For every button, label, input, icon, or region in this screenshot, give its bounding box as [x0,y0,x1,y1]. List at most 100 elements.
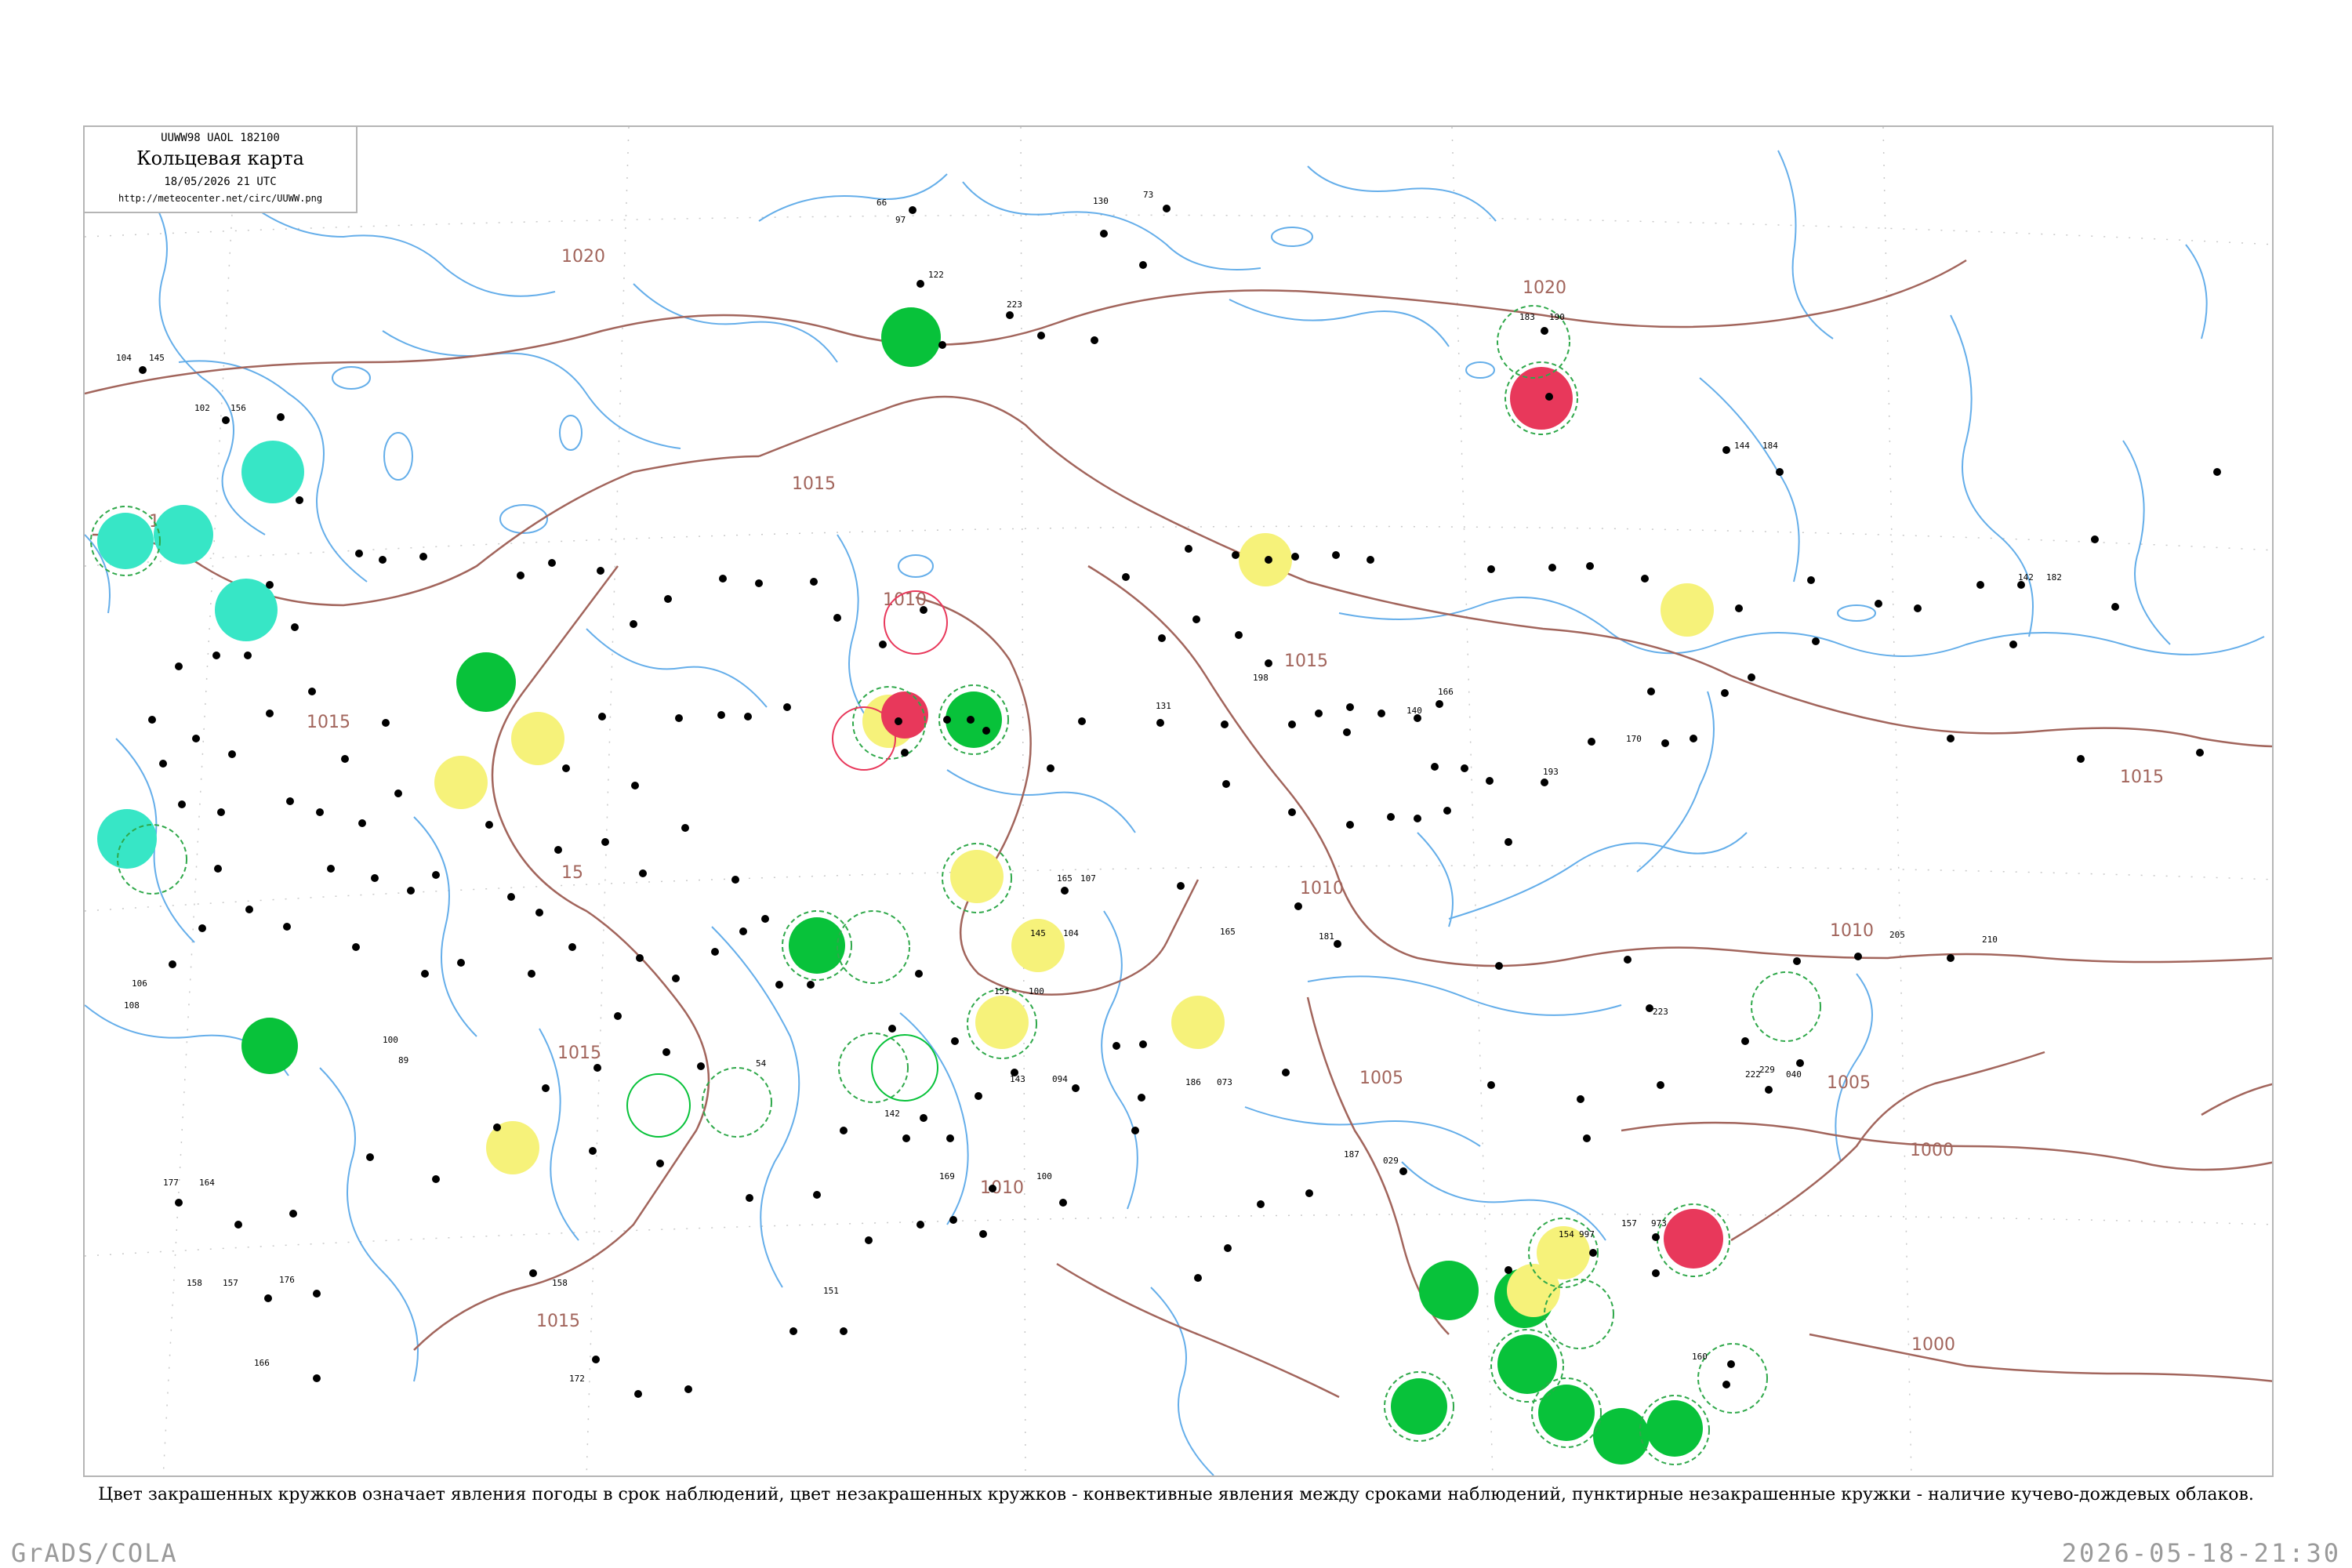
station-circle-yellow[interactable] [950,850,1004,903]
svg-text:184: 184 [1762,441,1778,451]
svg-text:223: 223 [1007,299,1022,310]
svg-text:187: 187 [1344,1149,1359,1160]
station-circle-green[interactable] [881,307,941,367]
isobar-label: 1015 [557,1044,601,1063]
svg-text:190: 190 [1549,312,1565,322]
isobar-label: 1020 [561,247,605,267]
station-circle-green[interactable] [1646,1400,1703,1457]
isobar-label: 1015 [1284,652,1328,671]
station-circle-green[interactable] [241,1018,298,1074]
isobar-label: 1010 [980,1178,1024,1198]
svg-text:97: 97 [895,215,906,225]
map-url[interactable]: http://meteocenter.net/circ/UUWW.png [85,193,356,204]
svg-text:122: 122 [928,270,944,280]
isobar-label: 1000 [1911,1335,1955,1355]
svg-text:169: 169 [939,1171,955,1181]
svg-text:145: 145 [1030,928,1046,938]
station-circle-yellow[interactable] [975,996,1029,1049]
footer-timestamp: 2026-05-18-21:30 [2061,1538,2341,1568]
station-circle-yellow[interactable] [1011,919,1065,972]
svg-text:166: 166 [1438,687,1454,697]
svg-text:142: 142 [2018,572,2034,583]
isobar-label: 1015 [536,1312,580,1331]
station-circle-yellow[interactable] [1171,996,1225,1049]
isobar-label: 1020 [1523,278,1566,298]
station-circle-yellow[interactable] [434,756,488,809]
svg-text:151: 151 [994,986,1010,996]
station-circle-green[interactable] [789,917,845,974]
svg-text:186: 186 [1185,1077,1201,1087]
svg-text:205: 205 [1889,930,1905,940]
svg-text:131: 131 [1156,701,1171,711]
svg-text:140: 140 [1406,706,1422,716]
svg-text:973: 973 [1651,1218,1667,1229]
svg-text:102: 102 [194,403,210,413]
svg-text:165: 165 [1057,873,1073,884]
station-circle-cyan[interactable] [241,441,304,503]
station-circle-cyan[interactable] [97,513,154,569]
station-circle-green[interactable] [1391,1378,1447,1435]
svg-text:073: 073 [1217,1077,1232,1087]
isobar-label: 1000 [1910,1141,1954,1160]
footer-software: GrADS/COLA [11,1538,178,1568]
legend-caption: Цвет закрашенных кружков означает явлени… [98,1485,2254,1504]
svg-text:89: 89 [398,1055,408,1065]
weather-map: 1020 1020 1015 1015 1015 1015 1015 1015 … [85,127,2272,1475]
graticule [85,127,2272,1475]
station-circle-cyan[interactable] [97,809,157,869]
svg-text:166: 166 [254,1358,270,1368]
svg-text:040: 040 [1786,1069,1802,1080]
svg-text:151: 151 [823,1286,839,1296]
weather-circles [97,307,1723,1465]
station-circle-red[interactable] [1664,1209,1723,1269]
station-circle-green[interactable] [1497,1334,1557,1394]
svg-text:142: 142 [884,1109,900,1119]
svg-text:182: 182 [2046,572,2062,583]
svg-text:181: 181 [1319,931,1334,942]
svg-text:210: 210 [1982,935,1998,945]
hydrography [85,150,2265,1475]
station-circle-green[interactable] [1419,1261,1479,1320]
svg-text:145: 145 [149,353,165,363]
svg-text:130: 130 [1093,196,1109,206]
station-circle-cyan[interactable] [154,505,213,564]
station-circle-yellow[interactable] [511,712,564,765]
svg-text:170: 170 [1626,734,1642,744]
svg-text:183: 183 [1519,312,1535,322]
svg-text:108: 108 [124,1000,140,1011]
station-circle-green[interactable] [1538,1385,1595,1441]
svg-text:158: 158 [552,1278,568,1288]
isobar-label: 1005 [1827,1073,1871,1093]
svg-text:54: 54 [756,1058,767,1069]
svg-text:177: 177 [163,1178,179,1188]
svg-text:100: 100 [1036,1171,1052,1181]
station-circle-yellow[interactable] [1661,583,1714,637]
svg-text:157: 157 [1621,1218,1637,1229]
svg-text:997: 997 [1579,1229,1595,1240]
svg-text:229: 229 [1759,1065,1775,1075]
station-circle-green[interactable] [456,652,516,712]
map-frame: 1020 1020 1015 1015 1015 1015 1015 1015 … [83,125,2274,1477]
svg-text:66: 66 [877,198,887,208]
svg-text:143: 143 [1010,1074,1025,1084]
svg-text:157: 157 [223,1278,238,1288]
title-box: UUWW98 UAOL 182100 Кольцевая карта 18/05… [85,127,358,213]
station-numbers: 104 145 102 156 66 97 122 223 130 73 183 190 1… [116,190,2062,1384]
station-circle-green[interactable] [1593,1408,1650,1465]
isobar-label: 1010 [1830,921,1874,941]
svg-text:144: 144 [1734,441,1750,451]
svg-text:164: 164 [199,1178,215,1188]
convective-rings [626,590,948,1138]
station-circle-red[interactable] [881,691,928,739]
svg-text:100: 100 [1029,986,1044,996]
svg-text:094: 094 [1052,1074,1068,1084]
bulletin-code: UUWW98 UAOL 182100 [161,132,280,144]
svg-text:104: 104 [1063,928,1079,938]
svg-text:104: 104 [116,353,132,363]
isobar-label: 1015 [307,713,350,732]
svg-text:73: 73 [1143,190,1153,200]
isobar-label: 1010 [1300,879,1344,898]
isobar-label: 1015 [2120,768,2164,787]
svg-text:176: 176 [279,1275,295,1285]
svg-text:165: 165 [1220,927,1236,937]
